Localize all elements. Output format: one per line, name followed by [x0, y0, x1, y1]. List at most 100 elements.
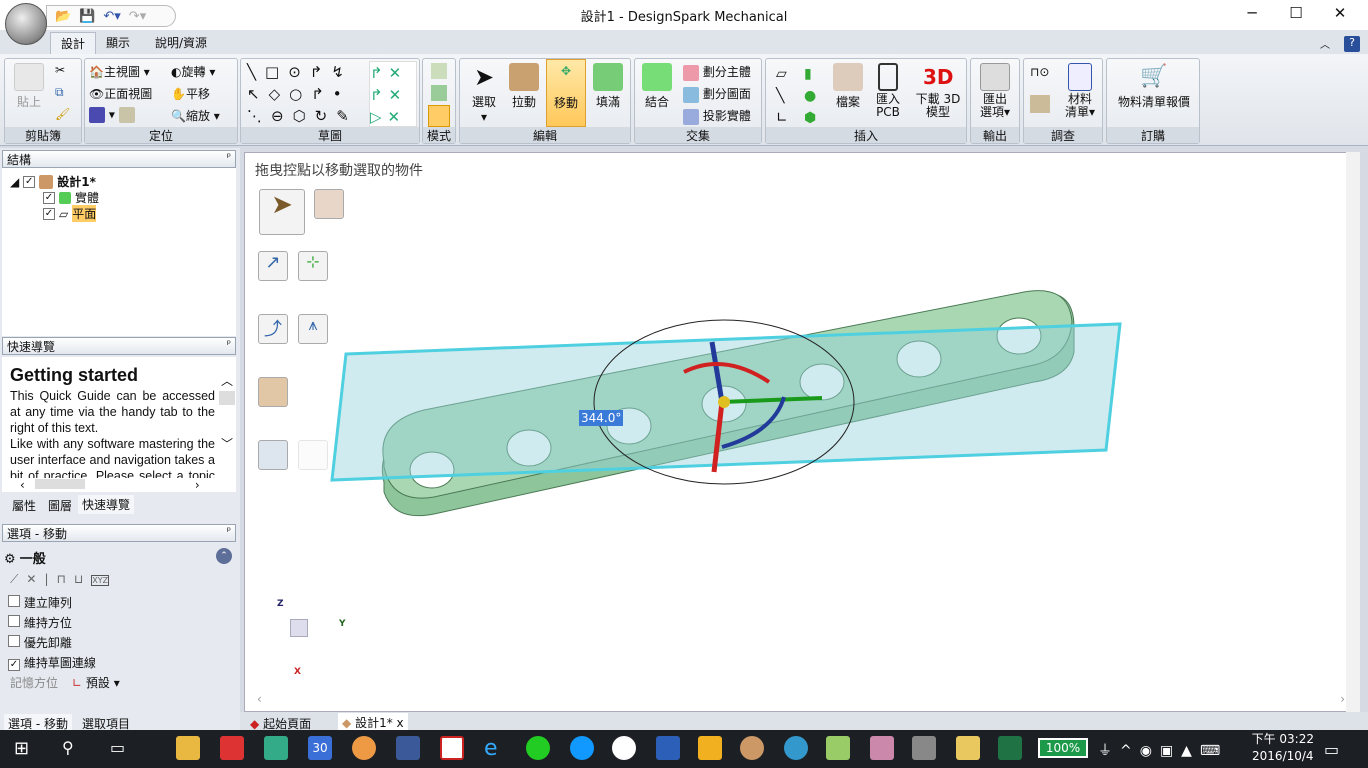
windows-start-icon[interactable]: ⊞	[14, 738, 29, 759]
spin-button[interactable]: ◐旋轉 ▾	[171, 63, 215, 80]
group-label: 調查	[1024, 127, 1102, 143]
remember-orientation-label: 記憶方位	[10, 676, 59, 690]
collapse-ribbon-icon[interactable]: ︿	[1320, 36, 1330, 51]
export-options-button[interactable]: 匯出 選項▾	[975, 63, 1015, 119]
home-view-button[interactable]: 🏠主視圖 ▾	[89, 63, 150, 80]
download-3d-button[interactable]: 3D 下載 3D 模型	[912, 63, 964, 119]
skype-icon[interactable]	[570, 736, 594, 760]
insert-file-button[interactable]: 檔案	[828, 63, 868, 110]
notifications-icon[interactable]: ▭	[1324, 740, 1339, 759]
pull-button[interactable]: 拉動	[504, 63, 544, 110]
combine-button[interactable]: 結合	[637, 63, 677, 110]
gmail-icon[interactable]	[220, 736, 244, 760]
tree-item-plane[interactable]: ✓ ▱ 平面	[43, 205, 97, 222]
zoom-button[interactable]: 🔍縮放 ▾	[171, 107, 220, 124]
ie-icon[interactable]: e	[484, 736, 508, 761]
task-view-icon[interactable]: ▭	[110, 738, 125, 757]
sketch-edit-tools[interactable]: ↱✕ ↱✕ ▷✕	[369, 61, 417, 127]
folder-icon[interactable]	[956, 736, 980, 760]
clock[interactable]: 下午 03:22 2016/10/4	[1252, 731, 1314, 765]
guide-hscrollbar[interactable]: ‹ ›	[2, 478, 236, 492]
angle-input[interactable]: 344.0°	[579, 410, 624, 426]
tray-icons[interactable]: ⏚^◉▣▲⌨	[1098, 740, 1228, 760]
fill-button[interactable]: 填滿	[588, 63, 628, 110]
tab-layers[interactable]: 圖層	[44, 496, 76, 515]
close-tab-icon[interactable]: x	[397, 716, 404, 730]
move-button[interactable]: ✥ 移動	[546, 59, 586, 127]
word-icon[interactable]	[656, 736, 680, 760]
file-explorer-icon[interactable]	[176, 736, 200, 760]
group-insert: ▱ ╲ ∟ ▮ ● ⬢ 檔案 匯入 PCB 3D 下載 3D 模型 插入	[765, 58, 967, 144]
battery-indicator[interactable]: 100%	[1038, 738, 1088, 758]
paste-button[interactable]: 貼上	[9, 63, 49, 110]
viewport-hscrollbar[interactable]: ‹ ›	[245, 692, 1345, 708]
excel-icon[interactable]	[998, 736, 1022, 760]
drive-icon[interactable]	[264, 736, 288, 760]
checkbox-maintain-sketch[interactable]: ✓ 維持草圖連線	[8, 654, 96, 671]
insert-shapes[interactable]: ▱ ╲ ∟	[776, 63, 788, 129]
section-mode-icon[interactable]	[431, 85, 447, 101]
paint-icon[interactable]	[740, 736, 764, 760]
minimize-button[interactable]: ─	[1232, 4, 1272, 22]
checkbox[interactable]: ✓	[43, 207, 55, 220]
select-button[interactable]: ➤ 選取 ▾	[464, 63, 504, 124]
keep-icon[interactable]	[698, 736, 722, 760]
import-pcb-button[interactable]: 匯入 PCB	[868, 63, 908, 119]
copy-icon[interactable]: ⧉	[55, 85, 64, 100]
group-order: 🛒 物料清單報價 訂購	[1106, 58, 1200, 144]
app-menu-button[interactable]	[5, 3, 47, 45]
tree-item-solid[interactable]: ✓ 實體	[43, 189, 99, 206]
collapse-icon[interactable]: ⌃	[216, 548, 232, 564]
app-icon[interactable]	[870, 736, 894, 760]
tab-quick-guide[interactable]: 快速導覽	[78, 495, 135, 514]
split-face-button[interactable]: 劃分圖面	[683, 85, 751, 103]
guide-vscrollbar[interactable]: ︿ ﹀	[219, 372, 235, 462]
bom-button[interactable]: 材料 清單▾	[1060, 63, 1100, 119]
app-icon[interactable]	[612, 736, 636, 760]
tab-display[interactable]: 顯示	[96, 32, 140, 54]
sketch-tools[interactable]: ╲□⊙↱↯ ↖◇○↱• ⋱⊖⬡↻✎	[247, 61, 358, 127]
project-button[interactable]: 投影實體	[683, 107, 751, 125]
mass-icon[interactable]	[1030, 95, 1050, 113]
line-icon[interactable]	[526, 736, 550, 760]
remember-orientation-select[interactable]: ∟ 預設 ▾	[72, 674, 120, 691]
pan-button[interactable]: ✋平移	[171, 85, 210, 102]
pin-icon[interactable]: ᵖ	[227, 152, 231, 163]
tab-design[interactable]: 設計	[50, 32, 97, 54]
option-tools[interactable]: ⟋✕|⊓⊔XYZ	[10, 572, 110, 587]
view-cube-icon[interactable]	[290, 619, 308, 637]
search-icon[interactable]: ⚲	[62, 738, 74, 757]
checkbox-create-pattern[interactable]: 建立陣列	[8, 594, 72, 611]
tab-properties[interactable]: 屬性	[8, 496, 40, 515]
chrome-icon[interactable]	[352, 736, 376, 760]
pin-icon[interactable]: ᵖ	[227, 526, 231, 537]
checkbox-maintain-orientation[interactable]: 維持方位	[8, 614, 72, 631]
pin-icon[interactable]: ᵖ	[227, 339, 231, 350]
split-body-button[interactable]: 劃分主體	[683, 63, 751, 81]
facebook-icon[interactable]	[396, 736, 420, 760]
tree-root[interactable]: ◢ ✓ 設計1*	[10, 173, 96, 190]
measure-icon[interactable]: ⊓⊙	[1030, 65, 1049, 79]
tab-help[interactable]: 說明/資源	[145, 32, 217, 54]
format-painter-icon[interactable]: 🖌	[55, 107, 70, 121]
maximize-button[interactable]: ☐	[1276, 4, 1316, 22]
designspark-icon[interactable]	[440, 736, 464, 760]
options-section[interactable]: ⚙ 一般	[4, 548, 46, 567]
3d-mode-icon[interactable]	[428, 105, 450, 127]
front-view-button[interactable]: 👁正面視圖	[89, 85, 152, 102]
app-icon[interactable]	[912, 736, 936, 760]
checkbox[interactable]: ✓	[23, 175, 36, 188]
app-icon[interactable]	[784, 736, 808, 760]
sketch-mode-icon[interactable]	[431, 63, 447, 79]
checkbox-detach-first[interactable]: 優先卸離	[8, 634, 72, 651]
cut-icon[interactable]: ✂	[55, 63, 65, 77]
insert-solids[interactable]: ▮ ● ⬢	[804, 63, 816, 129]
viewport-vscrollbar[interactable]	[1346, 152, 1360, 712]
close-button[interactable]: ✕	[1320, 4, 1360, 22]
view-cube-button[interactable]: ▾	[89, 107, 135, 123]
help-icon[interactable]: ?	[1344, 36, 1360, 52]
calendar-icon[interactable]: 30	[308, 736, 332, 760]
checkbox[interactable]: ✓	[43, 191, 55, 204]
notes-icon[interactable]	[826, 736, 850, 760]
bom-quote-button[interactable]: 🛒 物料清單報價	[1111, 63, 1197, 110]
